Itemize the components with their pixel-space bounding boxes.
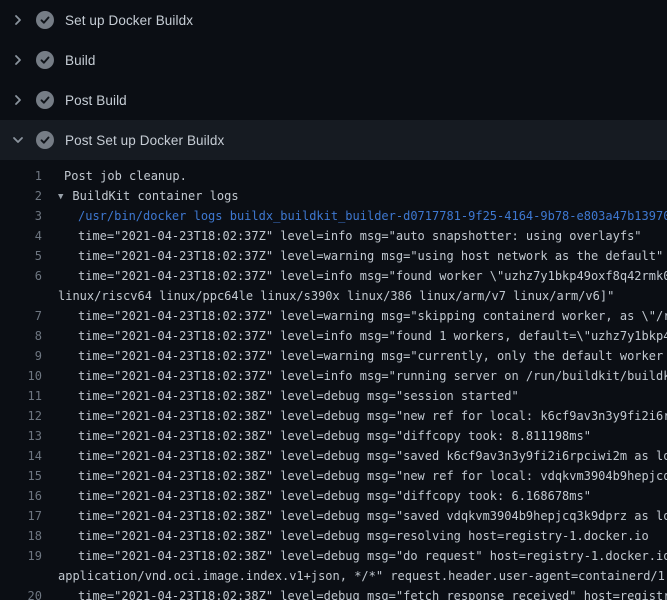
log-line: 13 time="2021-04-23T18:02:38Z" level=deb… — [0, 426, 667, 446]
log-line: 16 time="2021-04-23T18:02:38Z" level=deb… — [0, 486, 667, 506]
log-line-number[interactable]: 2 — [0, 186, 42, 206]
log-line-text: time="2021-04-23T18:02:38Z" level=debug … — [58, 426, 591, 446]
log-group-label: BuildKit container logs — [72, 189, 238, 203]
log-line-number[interactable]: 15 — [0, 466, 42, 486]
log-line-number[interactable]: 13 — [0, 426, 42, 446]
log-line: 11 time="2021-04-23T18:02:38Z" level=deb… — [0, 386, 667, 406]
log-line-number[interactable]: 6 — [0, 266, 42, 286]
chevron-right-icon — [10, 92, 26, 108]
log-line-number[interactable]: 9 — [0, 346, 42, 366]
step-label: Post Build — [65, 93, 127, 108]
log-line-text: time="2021-04-23T18:02:37Z" level=warnin… — [58, 306, 667, 326]
check-circle-icon — [36, 11, 54, 29]
log-line-number[interactable]: 11 — [0, 386, 42, 406]
log-line-text: time="2021-04-23T18:02:37Z" level=warnin… — [58, 346, 667, 366]
log-line-text: linux/riscv64 linux/ppc64le linux/s390x … — [58, 286, 614, 306]
step-label: Build — [65, 53, 96, 68]
log-command-text: /usr/bin/docker logs buildx_buildkit_bui… — [58, 206, 667, 226]
log-line-text: time="2021-04-23T18:02:38Z" level=debug … — [58, 546, 667, 566]
log-line-text: Post job cleanup. — [58, 166, 187, 186]
log-line-number[interactable]: 18 — [0, 526, 42, 546]
log-line-text: time="2021-04-23T18:02:38Z" level=debug … — [58, 486, 591, 506]
log-line: 17 time="2021-04-23T18:02:38Z" level=deb… — [0, 506, 667, 526]
log-line-number[interactable]: 4 — [0, 226, 42, 246]
log-line-number[interactable]: 1 — [0, 166, 42, 186]
log-line-text: time="2021-04-23T18:02:37Z" level=warnin… — [58, 246, 663, 266]
log-line-text: time="2021-04-23T18:02:38Z" level=debug … — [58, 406, 667, 426]
log-line-number[interactable]: 20 — [0, 586, 42, 600]
steps-list: Set up Docker Buildx Build Post Build Po… — [0, 0, 667, 160]
log-line-number — [0, 286, 42, 306]
log-line: 5 time="2021-04-23T18:02:37Z" level=warn… — [0, 246, 667, 266]
check-circle-icon — [36, 91, 54, 109]
log-line-text: time="2021-04-23T18:02:38Z" level=debug … — [58, 446, 667, 466]
log-line-number[interactable]: 19 — [0, 546, 42, 566]
log-line-text: time="2021-04-23T18:02:38Z" level=debug … — [58, 466, 667, 486]
log-line: 9 time="2021-04-23T18:02:37Z" level=warn… — [0, 346, 667, 366]
chevron-down-icon — [10, 132, 26, 148]
log-line: 4 time="2021-04-23T18:02:37Z" level=info… — [0, 226, 667, 246]
log-line: 18 time="2021-04-23T18:02:38Z" level=deb… — [0, 526, 667, 546]
check-circle-icon — [36, 131, 54, 149]
log-line-number[interactable]: 17 — [0, 506, 42, 526]
log-line: 12 time="2021-04-23T18:02:38Z" level=deb… — [0, 406, 667, 426]
log-line-text: time="2021-04-23T18:02:38Z" level=debug … — [58, 506, 667, 526]
log-line: 1 Post job cleanup. — [0, 166, 667, 186]
log-line-text: time="2021-04-23T18:02:37Z" level=info m… — [58, 326, 667, 346]
log-line-text: application/vnd.oci.image.index.v1+json,… — [58, 566, 667, 586]
log-line: 8 time="2021-04-23T18:02:37Z" level=info… — [0, 326, 667, 346]
step-header-post-build[interactable]: Post Build — [0, 80, 667, 120]
step-header-post-set-up-docker-buildx[interactable]: Post Set up Docker Buildx — [0, 120, 667, 160]
log-line-number[interactable]: 16 — [0, 486, 42, 506]
step-header-set-up-docker-buildx[interactable]: Set up Docker Buildx — [0, 0, 667, 40]
log-group-toggle[interactable]: ▼ BuildKit container logs — [58, 186, 239, 206]
log-line: application/vnd.oci.image.index.v1+json,… — [0, 566, 667, 586]
log-line-text: time="2021-04-23T18:02:37Z" level=info m… — [58, 366, 667, 386]
log-line: 20 time="2021-04-23T18:02:38Z" level=deb… — [0, 586, 667, 600]
log-line: 6 time="2021-04-23T18:02:37Z" level=info… — [0, 266, 667, 286]
log-line: 15 time="2021-04-23T18:02:38Z" level=deb… — [0, 466, 667, 486]
triangle-down-icon: ▼ — [58, 187, 63, 206]
chevron-right-icon — [10, 52, 26, 68]
log-line: 10 time="2021-04-23T18:02:37Z" level=inf… — [0, 366, 667, 386]
chevron-right-icon — [10, 12, 26, 28]
log-line: 14 time="2021-04-23T18:02:38Z" level=deb… — [0, 446, 667, 466]
log-panel: 1 Post job cleanup. 2 ▼ BuildKit containe… — [0, 160, 667, 600]
step-label: Set up Docker Buildx — [65, 13, 193, 28]
log-line: 7 time="2021-04-23T18:02:37Z" level=warn… — [0, 306, 667, 326]
log-line-text: time="2021-04-23T18:02:37Z" level=info m… — [58, 266, 667, 286]
log-line-number[interactable]: 7 — [0, 306, 42, 326]
log-line-number[interactable]: 14 — [0, 446, 42, 466]
step-label: Post Set up Docker Buildx — [65, 133, 224, 148]
log-line-text: time="2021-04-23T18:02:37Z" level=info m… — [58, 226, 642, 246]
log-line-number[interactable]: 3 — [0, 206, 42, 226]
log-line-number[interactable]: 10 — [0, 366, 42, 386]
log-line: 2 ▼ BuildKit container logs — [0, 186, 667, 206]
check-circle-icon — [36, 51, 54, 69]
log-line: linux/riscv64 linux/ppc64le linux/s390x … — [0, 286, 667, 306]
log-line-text: time="2021-04-23T18:02:38Z" level=debug … — [58, 586, 667, 600]
log-line: 19 time="2021-04-23T18:02:38Z" level=deb… — [0, 546, 667, 566]
log-line-number[interactable]: 8 — [0, 326, 42, 346]
log-line-text: time="2021-04-23T18:02:38Z" level=debug … — [58, 526, 649, 546]
step-header-build[interactable]: Build — [0, 40, 667, 80]
log-line: 3 /usr/bin/docker logs buildx_buildkit_b… — [0, 206, 667, 226]
log-line-number — [0, 566, 42, 586]
actions-log-viewer: { "colors": { "page_bg": "#0b0e14", "exp… — [0, 0, 667, 600]
log-line-number[interactable]: 5 — [0, 246, 42, 266]
log-line-number[interactable]: 12 — [0, 406, 42, 426]
log-line-text: time="2021-04-23T18:02:38Z" level=debug … — [58, 386, 519, 406]
